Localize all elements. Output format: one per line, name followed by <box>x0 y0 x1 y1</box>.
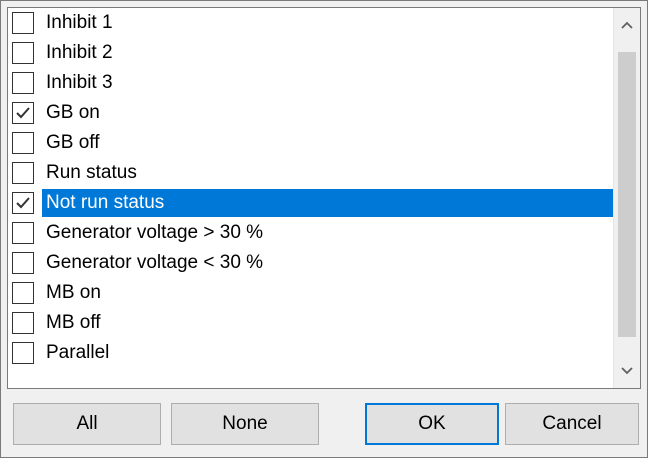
list-item[interactable]: GB on <box>8 98 613 128</box>
list-item-label: MB off <box>46 312 101 333</box>
checkbox[interactable] <box>12 282 34 304</box>
list-item[interactable]: GB off <box>8 128 613 158</box>
chevron-down-icon[interactable] <box>614 358 640 384</box>
checkbox[interactable] <box>12 252 34 274</box>
list-item-label: Inhibit 2 <box>46 42 113 63</box>
all-button[interactable]: All <box>13 403 161 445</box>
checkmark-icon <box>16 197 30 209</box>
list-item[interactable]: MB off <box>8 308 613 338</box>
checklist-listbox[interactable]: Inhibit 1 Inhibit 2 Inhibit 3 GB on GB o… <box>7 7 641 389</box>
checklist-dialog: Inhibit 1 Inhibit 2 Inhibit 3 GB on GB o… <box>0 0 648 458</box>
list-item-label: GB on <box>46 102 100 123</box>
checkmark-icon <box>16 107 30 119</box>
checkbox[interactable] <box>12 102 34 124</box>
checklist-items: Inhibit 1 Inhibit 2 Inhibit 3 GB on GB o… <box>8 8 613 388</box>
checkbox[interactable] <box>12 132 34 154</box>
checkbox[interactable] <box>12 192 34 214</box>
checkbox[interactable] <box>12 72 34 94</box>
list-item-label: Inhibit 1 <box>46 12 113 33</box>
list-item[interactable]: MB on <box>8 278 613 308</box>
chevron-up-icon[interactable] <box>614 12 640 38</box>
cancel-button[interactable]: Cancel <box>505 403 639 445</box>
vertical-scrollbar[interactable] <box>613 8 640 388</box>
checkbox[interactable] <box>12 42 34 64</box>
list-item-label: Generator voltage < 30 % <box>46 252 264 273</box>
list-item-label: Parallel <box>46 342 110 363</box>
scrollbar-thumb[interactable] <box>618 52 636 337</box>
ok-button[interactable]: OK <box>365 403 499 445</box>
list-item-label: Inhibit 3 <box>46 72 113 93</box>
list-item[interactable]: Inhibit 1 <box>8 8 613 38</box>
button-bar: All None OK Cancel <box>1 401 648 449</box>
list-item[interactable]: Inhibit 3 <box>8 68 613 98</box>
list-item[interactable]: Generator voltage > 30 % <box>8 218 613 248</box>
checkbox[interactable] <box>12 12 34 34</box>
list-item[interactable]: Generator voltage < 30 % <box>8 248 613 278</box>
checkbox[interactable] <box>12 312 34 334</box>
list-item-label: Run status <box>46 162 137 183</box>
checkbox[interactable] <box>12 222 34 244</box>
list-item-label: Not run status <box>46 192 165 213</box>
checkbox[interactable] <box>12 162 34 184</box>
list-item-label: Generator voltage > 30 % <box>46 222 264 243</box>
list-item[interactable]: Inhibit 2 <box>8 38 613 68</box>
list-item-label: GB off <box>46 132 100 153</box>
list-item[interactable]: Parallel <box>8 338 613 368</box>
list-item[interactable]: Run status <box>8 158 613 188</box>
list-item-label: MB on <box>46 282 101 303</box>
list-item[interactable]: Not run status <box>8 188 613 218</box>
checkbox[interactable] <box>12 342 34 364</box>
none-button[interactable]: None <box>171 403 319 445</box>
